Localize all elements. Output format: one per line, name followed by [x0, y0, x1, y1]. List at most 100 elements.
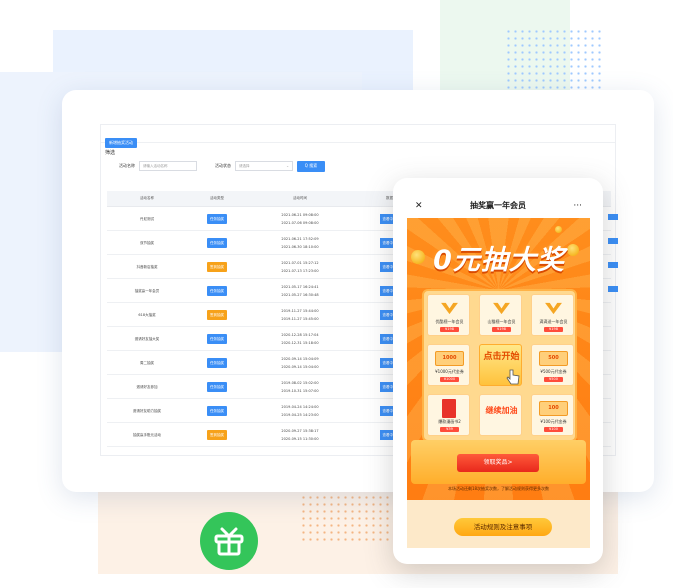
filter-name-label: 活动名称 [119, 163, 135, 168]
activity-name-cell: 抽奖赢手账元活动 [133, 432, 161, 437]
activity-name-cell: 周二抽奖 [140, 360, 154, 365]
start-time: 2020-09-27 15:38:17 [281, 428, 319, 433]
filter-status-label: 活动状态 [215, 163, 231, 168]
activity-type-cell: 任务抽奖 [187, 213, 247, 224]
more-icon[interactable]: ··· [573, 201, 582, 211]
activity-name-cell: 丹尼测试 [140, 216, 154, 221]
activity-type-tag: 签到抽奖 [207, 261, 227, 272]
prize-price-badge: ¥100 [544, 427, 563, 432]
activity-name-cell: 邀请好友参加 [136, 384, 158, 389]
activity-time-cell: 2021-07-01 15:27:12 2021-07-13 17:23:00 [247, 259, 353, 275]
coupon-icon: 1000 [435, 351, 464, 366]
end-time: 2021-05-27 16:30:48 [281, 292, 319, 297]
start-time: 2021-06-21 09:08:00 [281, 212, 319, 217]
start-time: 2021-07-01 15:27:12 [281, 260, 319, 265]
phone-title: 抽奖赢一年会员 [469, 201, 526, 210]
admin-toolbar: 新增抽奖活动 [101, 125, 615, 148]
end-time: 2019-11-27 15:45:00 [281, 316, 319, 321]
activity-time-cell: 2020-12-28 15:17:04 2020-12-31 15:18:00 [247, 331, 353, 347]
hand-pointer-icon [506, 369, 520, 385]
row-edge-tag [608, 262, 618, 268]
activity-type-cell: 任务抽奖 [187, 333, 247, 344]
activity-type-cell: 任务抽奖 [187, 237, 247, 248]
activity-name-input[interactable]: 请输入活动名称 [139, 161, 197, 171]
prize-price-badge: ¥198 [492, 327, 511, 332]
draw-count-tip: 本场活动还剩18次抽奖次数，了解活动规则获得更多次数 [447, 486, 550, 491]
gift-icon [200, 512, 258, 570]
row-edge-tag [608, 286, 618, 292]
start-time: 2019-11-27 15:44:00 [281, 308, 319, 313]
filter-row: 活动名称 请输入活动名称 活动状态 请选择 ⌄ Q 搜索 [101, 158, 615, 174]
start-draw-button[interactable]: 点击开始 [479, 344, 522, 386]
prize-cell: 优酷视一年会员 ¥198 [427, 294, 470, 336]
coin-icon [555, 226, 562, 233]
activity-type-tag: 签到抽奖 [207, 429, 227, 440]
end-time: 2021-06-30 18:10:00 [281, 244, 319, 249]
activity-time-cell: 2019-08-02 15:02:00 2019-10-31 15:07:00 [247, 379, 353, 395]
end-time: 2020-12-31 15:18:00 [281, 340, 319, 345]
activity-name-cell: 邀请好友抽大奖 [134, 336, 160, 341]
row-edge-tag [608, 214, 618, 220]
end-time: 2019-10-31 15:07:00 [281, 388, 319, 393]
activity-time-cell: 2020-09-27 15:38:17 2020-09-15 11:30:00 [247, 427, 353, 443]
activity-type-tag: 任务抽奖 [207, 237, 227, 248]
activity-name-cell: 双节抽奖 [140, 240, 154, 245]
promo-stage: 新增抽奖活动 筛选 活动名称 请输入活动名称 活动状态 请选择 ⌄ Q 搜索 活… [0, 0, 673, 588]
activity-time-cell: 2019-04-24 14:24:00 2019-04-25 14:23:00 [247, 403, 353, 419]
try-again-cell: 继续加油 [479, 394, 522, 436]
prize-cell: 1000 ¥1000元代金券 ¥1000 [427, 344, 470, 386]
activity-type-cell: 任务抽奖 [187, 405, 247, 416]
activity-type-cell: 签到抽奖 [187, 261, 247, 272]
rules-button[interactable]: 活动规则及注意事项 [454, 518, 552, 536]
prize-label: 山猫视一年会员 [487, 319, 516, 324]
activity-status-select[interactable]: 请选择 ⌄ [235, 161, 293, 171]
phone-header: ✕ 抽奖赢一年会员 ··· [407, 193, 590, 218]
filter-title: 筛选 [105, 150, 116, 156]
activity-name-cell: 抖音新店抽奖 [136, 264, 158, 269]
start-time: 2021-06-21 17:52:09 [281, 236, 319, 241]
prize-cell: 山猫视一年会员 ¥198 [479, 294, 522, 336]
activity-type-cell: 任务抽奖 [187, 381, 247, 392]
headline: 0元抽大奖 [433, 245, 565, 276]
close-icon[interactable]: ✕ [415, 201, 423, 211]
end-time: 2019-04-25 14:23:00 [281, 412, 319, 417]
activity-type-cell: 签到抽奖 [187, 309, 247, 320]
start-draw-label: 点击开始 [483, 352, 520, 362]
prize-price-badge: ¥198 [544, 327, 563, 332]
prize-label: 优酷视一年会员 [435, 319, 464, 324]
end-time: 2021-07-06 09:08:00 [281, 220, 319, 225]
try-again-label: 继续加油 [485, 406, 518, 415]
prize-cell: 滴滴送一年会员 ¥198 [531, 294, 574, 336]
claim-prize-button[interactable]: 领取奖品> [457, 454, 539, 472]
end-time: 2021-07-13 17:23:00 [281, 268, 319, 273]
vip-icon [493, 302, 510, 315]
lottery-board: 优酷视一年会员 ¥198 山猫视一年会员 ¥198 滴滴送一年会员 ¥198 1… [422, 289, 577, 442]
activity-name-cell: 618大抽奖 [138, 312, 156, 317]
prize-price-badge: ¥500 [544, 377, 563, 382]
prize-cell: 100 ¥100元代金券 ¥100 [531, 394, 574, 436]
prize-cell: 爆款漫画书2 ¥39 [427, 394, 470, 436]
start-time: 2021-05-17 16:24:41 [281, 284, 319, 289]
prize-label: 爆款漫画书2 [438, 419, 461, 424]
prize-label: ¥100元代金券 [540, 419, 567, 424]
activity-time-cell: 2021-06-21 17:52:09 2021-06-30 18:10:00 [247, 235, 353, 251]
activity-time-cell: 2020-09-14 15:04:09 2020-09-14 15:04:00 [247, 355, 353, 371]
activity-type-tag: 任务抽奖 [207, 333, 227, 344]
activity-type-tag: 任务抽奖 [207, 357, 227, 368]
start-time: 2020-12-28 15:17:04 [281, 332, 319, 337]
coupon-icon: 500 [539, 351, 568, 366]
prize-label: ¥500元代金券 [540, 369, 567, 374]
create-activity-button[interactable]: 新增抽奖活动 [105, 138, 137, 148]
chevron-down-icon: ⌄ [286, 164, 289, 168]
vip-icon [441, 302, 458, 315]
activity-type-tag: 任务抽奖 [207, 405, 227, 416]
prize-cell: 500 ¥500元代金券 ¥500 [531, 344, 574, 386]
activity-time-cell: 2019-11-27 15:44:00 2019-11-27 15:45:00 [247, 307, 353, 323]
row-edge-tag [608, 238, 618, 244]
prize-price-badge: ¥39 [440, 427, 459, 432]
search-button[interactable]: Q 搜索 [297, 160, 325, 172]
coupon-icon: 100 [539, 401, 568, 416]
column-header: 活动时间 [293, 196, 307, 200]
prize-price-badge: ¥1000 [440, 377, 459, 382]
end-time: 2020-09-14 15:04:00 [281, 364, 319, 369]
